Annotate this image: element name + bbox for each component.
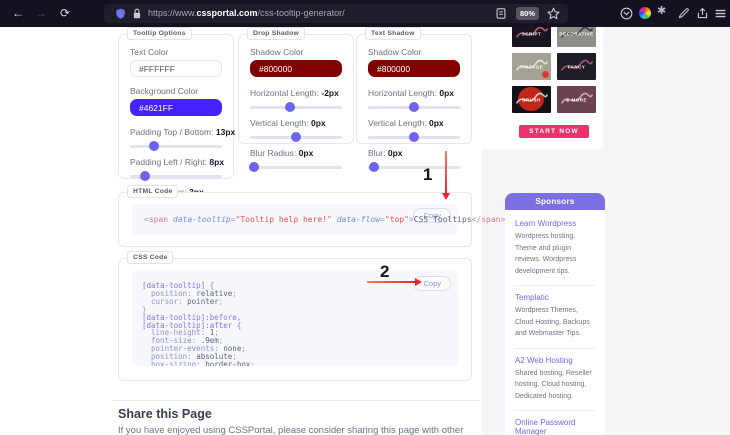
url-text: https://www.cssportal.com/css-tooltip-ge… xyxy=(148,4,345,23)
section-divider xyxy=(112,400,480,401)
browser-toolbar: ← → ⟳ https://www.cssportal.com/css-tool… xyxy=(0,0,730,27)
sponsor-link[interactable]: Learn Wordpress xyxy=(515,219,595,228)
step-1-arrowhead xyxy=(442,193,450,200)
ds-vertical-length-slider[interactable] xyxy=(250,132,342,142)
html-code-line: < span data-tooltip = "Tooltip help here!" … xyxy=(144,215,506,224)
ds-blur-radius-slider[interactable] xyxy=(248,162,342,172)
step-2-label: 2 xyxy=(380,262,390,281)
slider-thumb[interactable] xyxy=(248,162,259,172)
share-text: If you have enjoyed using CSSPortal, ple… xyxy=(118,425,464,435)
reader-view-icon[interactable] xyxy=(496,8,506,19)
step-1-label: 1 xyxy=(423,165,433,184)
padding-left-right-slider[interactable] xyxy=(130,171,222,181)
tracking-protection-shield-icon[interactable] xyxy=(115,8,126,19)
slider-thumb[interactable] xyxy=(285,102,296,112)
export-icon[interactable] xyxy=(696,7,709,20)
text-color-input[interactable]: #FFFFFF xyxy=(130,60,222,77)
css-code-line: box-sizing: border-box; xyxy=(142,360,255,366)
sponsor-item: A2 Web Hosting Shared hosting, Reseller … xyxy=(515,347,595,411)
menu-icon[interactable] xyxy=(714,7,727,20)
shadow-color-label: Shadow Color xyxy=(368,47,422,57)
asterisk-extension-icon[interactable]: ✱ xyxy=(657,4,666,17)
ts-vertical-length-slider[interactable] xyxy=(368,132,460,142)
sponsor-item: Learn Wordpress Wordpress hosting. Theme… xyxy=(515,212,595,285)
sponsor-item: Online Password Manager Access your pass… xyxy=(515,410,595,435)
background-color-input[interactable]: #4621FF xyxy=(130,99,222,116)
ts-horizontal-length-label: Horizontal Length: 0px xyxy=(368,88,455,98)
css-code-panel: CSS Code Copy [data-tooltip] { position:… xyxy=(118,251,472,381)
ad-thumbnail[interactable]: FANCY xyxy=(557,53,596,80)
ad-thumbnail[interactable]: BRUSH xyxy=(512,86,551,113)
back-icon[interactable]: ← xyxy=(10,5,26,21)
sponsors-header: Sponsors xyxy=(505,193,605,210)
bookmark-star-icon[interactable] xyxy=(547,7,560,20)
shadow-color-label: Shadow Color xyxy=(250,47,304,57)
ts-horizontal-length-slider[interactable] xyxy=(368,102,460,112)
refresh-icon[interactable]: ⟳ xyxy=(57,5,73,21)
ds-vertical-length-label: Vertical Length: 0px xyxy=(250,118,326,128)
css-code-legend: CSS Code xyxy=(127,251,174,264)
pencil-icon[interactable] xyxy=(677,7,690,20)
sponsors-panel: Sponsors Learn Wordpress Wordpress hosti… xyxy=(505,193,605,435)
sponsor-description: Wordpress hosting. Theme and plugin revi… xyxy=(515,233,577,275)
text-shadow-panel: Text Shadow Shadow Color #800000 Horizon… xyxy=(356,27,472,172)
tooltip-options-legend: Tooltip Options xyxy=(127,27,192,40)
sponsor-link[interactable]: A2 Web Hosting xyxy=(515,356,595,365)
drop-shadow-panel: Drop Shadow Shadow Color #800000 Horizon… xyxy=(238,27,354,172)
shadow-color-input[interactable]: #800000 xyxy=(250,60,342,77)
background-color-label: Background Color xyxy=(130,86,199,96)
url-scheme: https://www. xyxy=(148,8,197,18)
html-code-legend: HTML Code xyxy=(127,185,179,198)
forward-icon[interactable]: → xyxy=(33,5,49,21)
ds-horizontal-length-label: Horizontal Length: -2px xyxy=(250,88,339,98)
tooltip-options-panel: Tooltip Options Text Color #FFFFFF Backg… xyxy=(118,27,236,211)
font-ad-grid: SCRIPT DECORATIVE VINTAGE FANCY BRUSH & … xyxy=(512,20,596,113)
ds-horizontal-length-slider[interactable] xyxy=(250,102,342,112)
slider-thumb[interactable] xyxy=(409,102,419,112)
slider-thumb[interactable] xyxy=(139,171,150,181)
text-shadow-legend: Text Shadow xyxy=(365,27,421,40)
url-path: /css-tooltip-generator/ xyxy=(257,8,345,18)
slider-thumb[interactable] xyxy=(291,132,301,142)
pocket-icon[interactable] xyxy=(620,7,633,20)
start-now-button[interactable]: START NOW xyxy=(519,125,589,138)
zoom-level-badge[interactable]: 80% xyxy=(515,7,539,20)
ds-blur-radius-label: Blur Radius: 0px xyxy=(250,148,314,158)
color-wheel-icon[interactable] xyxy=(639,7,651,19)
slider-thumb[interactable] xyxy=(148,141,159,151)
shadow-color-input[interactable]: #800000 xyxy=(368,60,460,77)
browser-window: ← → ⟳ https://www.cssportal.com/css-tool… xyxy=(0,0,730,435)
sponsor-description: Shared hosting, Reseller hosting, Cloud … xyxy=(515,369,592,400)
css-code-line: cursor: pointer; xyxy=(142,296,224,306)
padding-left-right-label: Padding Left / Right: 8px xyxy=(130,157,225,167)
lock-icon xyxy=(133,8,141,19)
text-color-label: Text Color xyxy=(130,47,169,57)
step-2-arrow xyxy=(367,281,415,283)
slider-track[interactable] xyxy=(130,145,222,148)
padding-top-bottom-label: Padding Top / Bottom: 13px xyxy=(130,127,236,137)
css-code-box: Copy [data-tooltip] { position: relative… xyxy=(132,270,458,366)
sponsor-item: Templatic Wordpress Themes, Cloud Hostin… xyxy=(515,285,595,348)
css-code-lines: [data-tooltip] { position: relative; cur… xyxy=(132,270,458,366)
slider-track[interactable] xyxy=(250,106,342,109)
slider-track[interactable] xyxy=(250,166,342,169)
padding-top-bottom-slider[interactable] xyxy=(130,141,222,151)
sponsor-link[interactable]: Templatic xyxy=(515,293,595,302)
page-content: Tooltip Options Text Color #FFFFFF Backg… xyxy=(0,20,730,435)
ad-thumbnail[interactable]: & MORE xyxy=(557,86,596,113)
step-1-arrow xyxy=(445,151,447,193)
step-2-arrowhead xyxy=(415,278,422,286)
ad-thumbnail[interactable]: VINTAGE xyxy=(512,53,551,80)
share-heading: Share this Page xyxy=(118,407,212,421)
html-code-panel: HTML Code Copy < span data-tooltip = "Toolt… xyxy=(118,185,505,247)
ts-vertical-length-label: Vertical Length: 0px xyxy=(368,118,444,128)
sponsor-link[interactable]: Online Password Manager xyxy=(515,418,595,435)
url-domain: cssportal.com xyxy=(196,8,258,18)
drop-shadow-legend: Drop Shadow xyxy=(247,27,306,40)
slider-thumb[interactable] xyxy=(409,132,419,142)
html-code-box: Copy < span data-tooltip = "Tooltip help he… xyxy=(132,204,505,235)
url-bar[interactable]: https://www.cssportal.com/css-tooltip-ge… xyxy=(104,4,568,23)
slider-thumb[interactable] xyxy=(369,162,380,172)
sponsor-description: Wordpress Themes, Cloud Hosting, Backups… xyxy=(515,307,590,338)
